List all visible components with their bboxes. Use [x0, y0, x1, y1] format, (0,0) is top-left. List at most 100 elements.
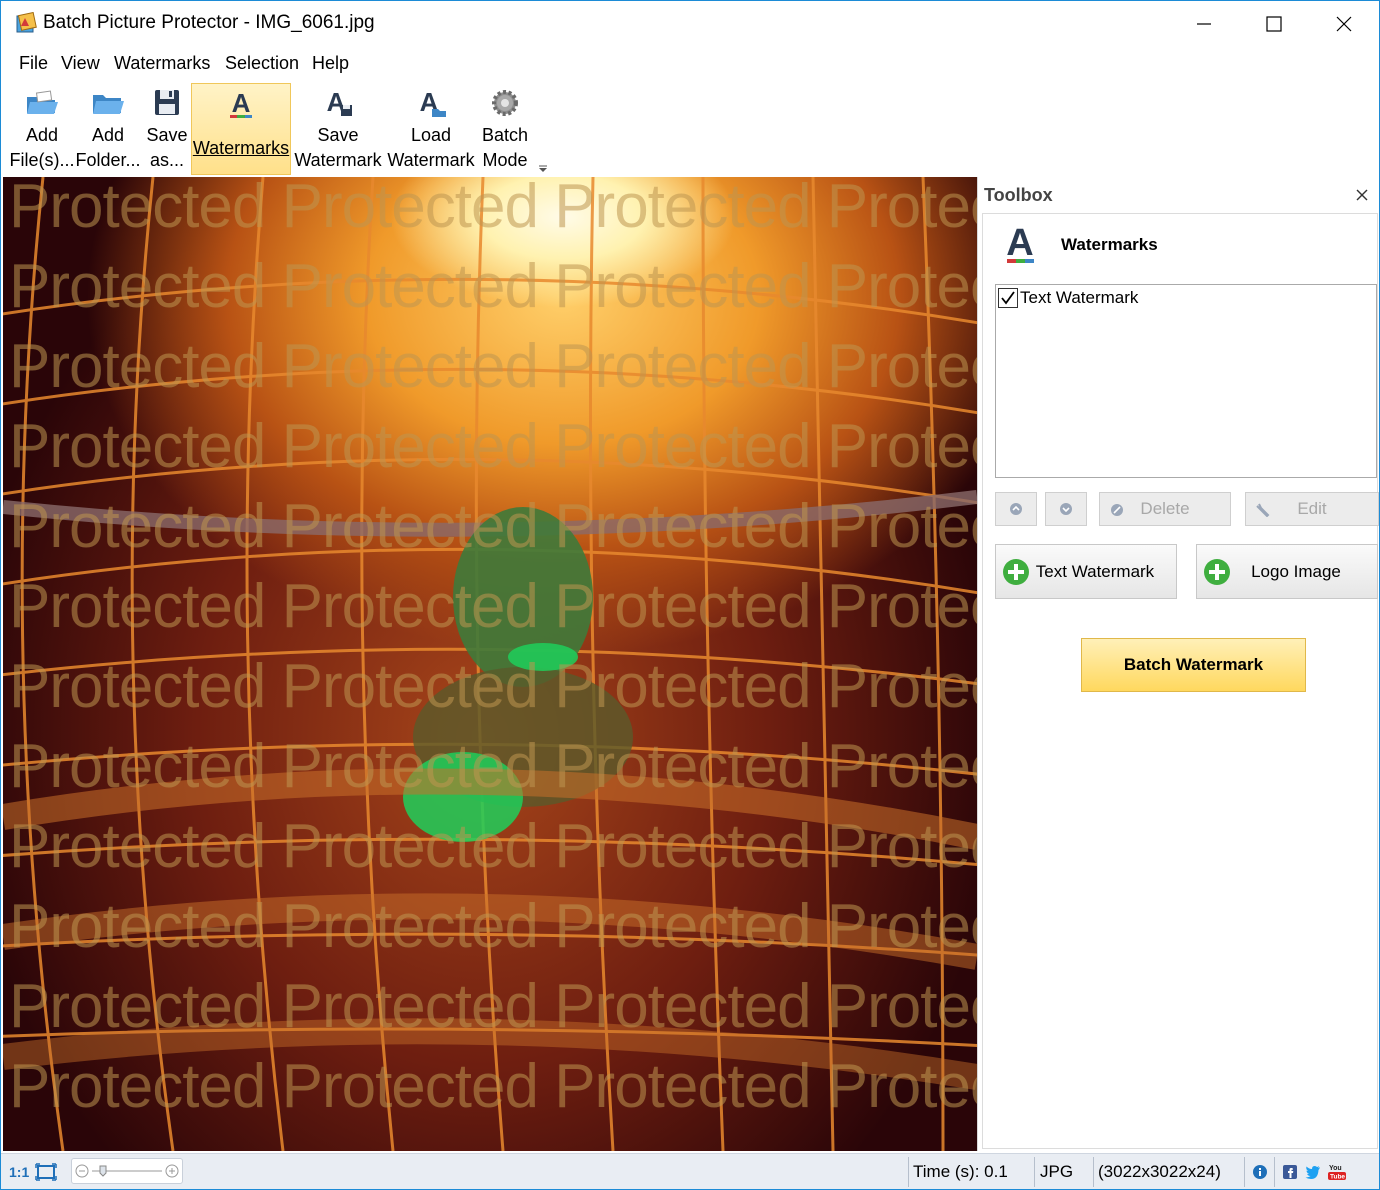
move-up-button[interactable]: [995, 492, 1037, 526]
chevron-down-icon[interactable]: [538, 165, 548, 173]
status-separator: [1034, 1157, 1035, 1187]
load-watermark-icon: A: [420, 87, 446, 117]
fit-to-window-button[interactable]: [35, 1154, 57, 1190]
window-title: Batch Picture Protector - IMG_6061.jpg: [43, 12, 375, 33]
status-bar: 1:1 Time (s): 0.1 JPG (3022x3022x24) You…: [1, 1153, 1379, 1189]
add-files-label: Add File(s)...: [9, 125, 75, 170]
watermark-text-row: Protected Protected Protected Protected: [9, 412, 977, 481]
image-preview[interactable]: Protected Protected Protected Protected …: [3, 177, 977, 1151]
status-format: JPG: [1040, 1162, 1074, 1181]
watermark-text-row: Protected Protected Protected Protected: [9, 177, 977, 241]
batch-watermark-button[interactable]: Batch Watermark: [1081, 638, 1306, 692]
watermark-text-row: Protected Protected Protected Protected: [9, 252, 977, 321]
facebook-button[interactable]: [1283, 1154, 1297, 1190]
move-down-button[interactable]: [1045, 492, 1087, 526]
watermark-text-row: Protected Protected Protected Protected: [9, 652, 977, 721]
save-watermark-label: Save Watermark: [294, 125, 382, 170]
batch-mode-button[interactable]: Batch Mode: [477, 83, 533, 175]
wrench-icon: [1256, 503, 1270, 517]
close-icon: [1336, 16, 1352, 32]
menu-view[interactable]: View: [61, 53, 100, 74]
add-logo-image-label: Logo Image: [1251, 561, 1341, 581]
watermarks-button[interactable]: A Watermarks: [191, 83, 291, 175]
watermark-text-row: Protected Protected Protected Protected: [9, 572, 977, 641]
text-a-icon: A: [230, 88, 252, 118]
minimize-button[interactable]: [1169, 1, 1239, 47]
list-item-label: Text Watermark: [1020, 288, 1139, 307]
svg-text:Tube: Tube: [1330, 1174, 1345, 1181]
watermark-text-row: Protected Protected Protected Protected: [9, 732, 977, 801]
twitter-button[interactable]: [1305, 1154, 1321, 1190]
svg-text:You: You: [1329, 1165, 1342, 1172]
watermark-checkbox[interactable]: [998, 288, 1018, 308]
info-icon: [1253, 1165, 1267, 1179]
toolbar: Add File(s)... Add Folder... Save as... …: [1, 81, 1379, 177]
watermarks-label: Watermarks: [192, 138, 290, 158]
checkmark-icon: [1001, 291, 1015, 305]
chevron-down-icon: [1060, 503, 1072, 515]
load-watermark-label: Load Watermark: [387, 125, 475, 170]
edit-label: Edit: [1297, 499, 1327, 518]
toolbox-title: Toolbox: [984, 185, 1053, 205]
menu-file[interactable]: File: [19, 53, 48, 74]
info-button[interactable]: [1252, 1154, 1268, 1190]
add-text-watermark-button[interactable]: Text Watermark: [995, 544, 1177, 599]
watermark-text-row: Protected Protected Protected Protected: [9, 332, 977, 401]
load-watermark-button[interactable]: A Load Watermark: [385, 83, 477, 175]
minimize-icon: [1197, 23, 1211, 25]
svg-text:A: A: [232, 88, 251, 118]
edit-button[interactable]: Edit: [1245, 492, 1379, 526]
app-logo-icon: [16, 12, 37, 33]
menu-selection[interactable]: Selection: [225, 53, 299, 74]
facebook-icon: [1283, 1165, 1297, 1179]
add-logo-image-button[interactable]: Logo Image: [1196, 544, 1378, 599]
watermarks-section-title: Watermarks: [1061, 235, 1158, 254]
youtube-button[interactable]: You Tube: [1327, 1154, 1347, 1190]
folder-icon: [93, 95, 124, 114]
save-watermark-icon: A: [327, 87, 352, 117]
close-button[interactable]: [1309, 1, 1379, 47]
watermark-text-row: Protected Protected Protected Protected: [9, 812, 977, 881]
watermark-list[interactable]: Text Watermark: [995, 284, 1377, 478]
status-separator: [908, 1157, 909, 1187]
floppy-disk-icon: [155, 90, 179, 115]
save-as-label: Save as...: [146, 125, 188, 170]
youtube-icon: You Tube: [1328, 1165, 1346, 1181]
maximize-icon: [1266, 16, 1282, 32]
watermark-text-row: Protected Protected Protected Protected: [9, 1052, 977, 1121]
status-dimensions: (3022x3022x24): [1098, 1162, 1221, 1181]
watermark-overlay: Protected Protected Protected Protected …: [3, 177, 977, 1151]
delete-label: Delete: [1140, 499, 1190, 518]
menu-help[interactable]: Help: [312, 53, 349, 74]
list-item[interactable]: Text Watermark: [998, 287, 1138, 309]
toolbox-panel: Toolbox A Watermarks Text Watermark Dele…: [977, 177, 1379, 1151]
maximize-button[interactable]: [1239, 1, 1309, 47]
text-a-icon: A: [1006, 222, 1034, 264]
actual-size-button[interactable]: 1:1: [9, 1154, 29, 1190]
gear-icon: [492, 90, 518, 116]
batch-mode-label: Batch Mode: [481, 125, 529, 170]
open-folder-icon: [27, 90, 58, 114]
title-bar: Batch Picture Protector - IMG_6061.jpg: [1, 1, 1379, 47]
twitter-icon: [1305, 1166, 1320, 1179]
status-separator: [1093, 1157, 1094, 1187]
watermark-text-row: Protected Protected Protected Protected: [9, 892, 977, 961]
add-folder-button[interactable]: Add Folder...: [75, 83, 141, 175]
svg-text:A: A: [1006, 222, 1033, 264]
status-separator: [1274, 1157, 1275, 1187]
save-as-button[interactable]: Save as...: [143, 83, 191, 175]
zoom-slider-track: [75, 1164, 179, 1178]
status-separator: [1244, 1157, 1245, 1187]
close-icon[interactable]: [1354, 187, 1370, 203]
delete-button[interactable]: Delete: [1099, 492, 1231, 526]
chevron-up-icon: [1010, 503, 1022, 515]
menu-watermarks[interactable]: Watermarks: [114, 53, 210, 74]
add-files-button[interactable]: Add File(s)...: [9, 83, 75, 175]
zoom-slider[interactable]: [71, 1158, 183, 1184]
delete-icon: [1111, 504, 1123, 516]
app-window: Batch Picture Protector - IMG_6061.jpg F…: [0, 0, 1380, 1190]
watermark-text-row: Protected Protected Protected Protected: [9, 492, 977, 561]
add-text-watermark-label: Text Watermark: [1035, 561, 1155, 581]
save-watermark-button[interactable]: A Save Watermark: [293, 83, 383, 175]
menu-bar: File View Watermarks Selection Help: [1, 49, 1379, 79]
